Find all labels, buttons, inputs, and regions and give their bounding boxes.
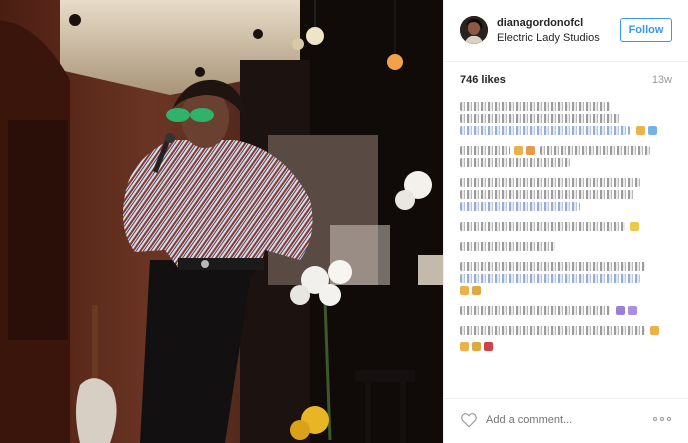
comment-bar xyxy=(444,398,688,443)
blurred-text-line xyxy=(460,222,625,231)
emoji-icon xyxy=(630,222,639,231)
emoji-icon xyxy=(616,306,625,315)
emoji-icon xyxy=(460,286,469,295)
post-header: dianagordonofcl Electric Lady Studios Fo… xyxy=(444,0,688,62)
emoji-icon xyxy=(472,286,481,295)
blurred-text-line xyxy=(460,114,620,123)
likes-count[interactable]: 746 likes xyxy=(460,74,506,86)
emoji-icon xyxy=(484,342,493,351)
dot-icon xyxy=(660,417,664,421)
emoji-icon xyxy=(648,126,657,135)
blurred-text-line xyxy=(460,178,640,187)
dot-icon xyxy=(653,417,657,421)
follow-button[interactable]: Follow xyxy=(620,18,672,42)
blurred-text-line xyxy=(460,158,570,167)
emoji-icon xyxy=(472,342,481,351)
emoji-icon xyxy=(636,126,645,135)
more-options-icon[interactable] xyxy=(653,417,673,423)
post-age[interactable]: 13w xyxy=(652,74,672,86)
blurred-text-line xyxy=(460,306,610,315)
post-photo[interactable] xyxy=(0,0,443,443)
blurred-text-line xyxy=(460,274,640,283)
comments-list xyxy=(460,100,672,362)
emoji-icon xyxy=(514,146,523,155)
emoji-icon xyxy=(526,146,535,155)
post-details-panel: dianagordonofcl Electric Lady Studios Fo… xyxy=(443,0,688,443)
dot-icon xyxy=(667,417,671,421)
username-link[interactable]: dianagordonofcl xyxy=(497,17,583,29)
location-link[interactable]: Electric Lady Studios xyxy=(497,32,600,44)
emoji-icon xyxy=(628,306,637,315)
blurred-text-line xyxy=(460,202,580,211)
blurred-text-line xyxy=(460,126,630,135)
avatar[interactable] xyxy=(460,16,488,44)
blurred-text-line xyxy=(460,146,510,155)
blurred-text-line xyxy=(460,190,635,199)
profile-avatar-icon xyxy=(460,16,488,44)
comment-input[interactable] xyxy=(486,410,636,430)
emoji-icon xyxy=(460,342,469,351)
performer-photo xyxy=(0,0,443,443)
blurred-text-line xyxy=(540,146,650,155)
blurred-text-line xyxy=(460,326,645,335)
emoji-icon xyxy=(650,326,659,335)
heart-icon[interactable] xyxy=(460,411,478,429)
blurred-text-line xyxy=(460,242,555,251)
blurred-text-line xyxy=(460,262,645,271)
blurred-text-line xyxy=(460,102,610,111)
